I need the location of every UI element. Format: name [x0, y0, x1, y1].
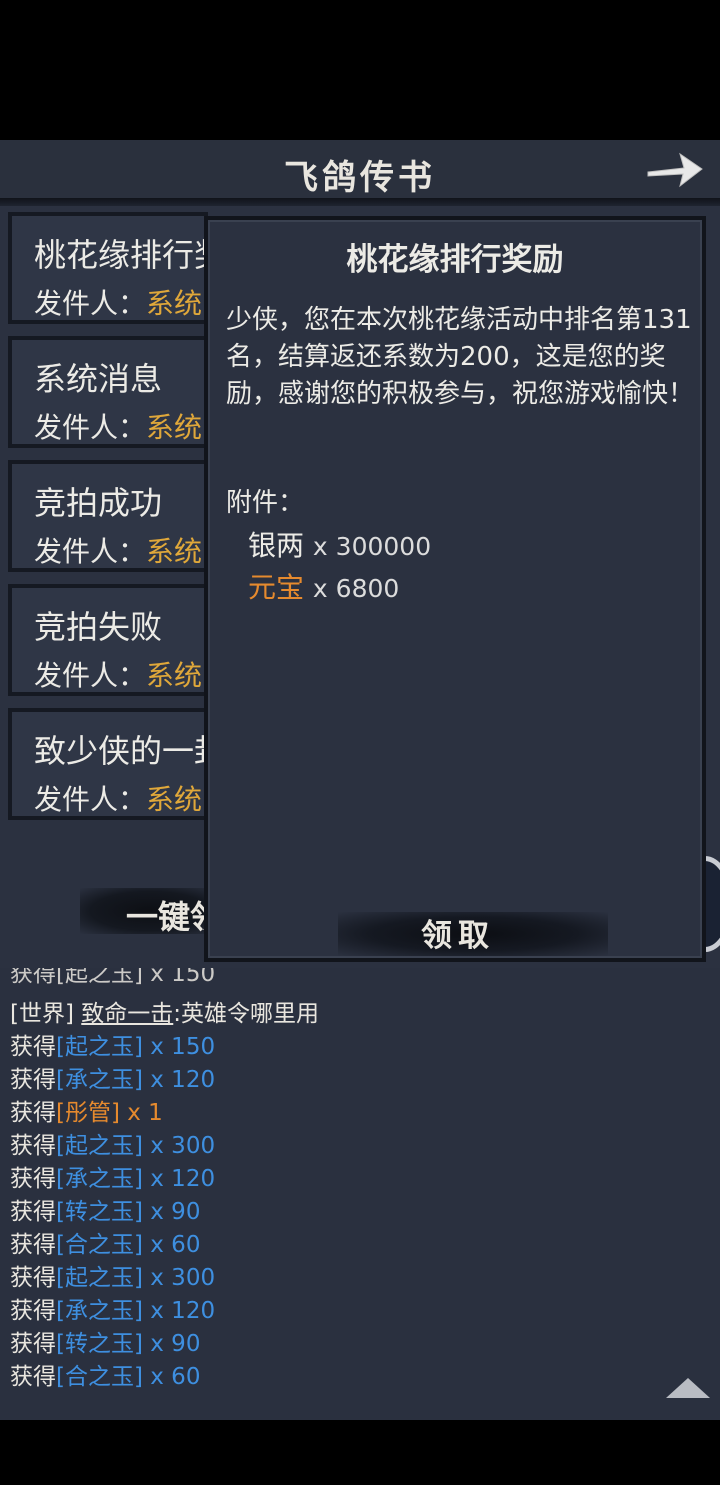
- sender-label: 发件人：: [34, 783, 147, 816]
- chat-item-qty: x 1: [119, 1100, 163, 1126]
- chat-item-link[interactable]: [承之玉]: [56, 1298, 143, 1324]
- dialog-body: 少侠，您在本次桃花缘活动中排名第131名，结算返还系数为200，这是您的奖励，感…: [226, 305, 695, 409]
- chat-prefix: 获得: [10, 1364, 56, 1390]
- chat-line: 获得[承之玉] x 120: [10, 1291, 215, 1325]
- scroll-up-icon[interactable]: [666, 1378, 710, 1398]
- chat-item-qty: x 90: [142, 1199, 201, 1225]
- world-tag: [世界]: [10, 1001, 74, 1027]
- title-bar: 飞鸽传书: [0, 140, 720, 206]
- chat-item-link[interactable]: [彤管]: [56, 1100, 120, 1126]
- sender-label: 发件人：: [34, 287, 147, 320]
- chat-prefix: 获得: [10, 1166, 56, 1192]
- attachment-item: 银两 x 300000: [248, 524, 431, 564]
- attachment-qty: x 300000: [312, 532, 432, 561]
- chat-item-qty: x 120: [142, 1298, 216, 1324]
- chat-prefix: 获得: [10, 1232, 56, 1258]
- game-screen: 飞鸽传书 桃花缘排行奖励 发件人：系统 系统消息 发件人：系统 竞拍成功 发件人…: [0, 140, 720, 1420]
- chat-line: 获得[合之玉] x 60: [10, 1225, 200, 1259]
- chat-item-link[interactable]: [转之玉]: [56, 1199, 143, 1225]
- attachment-name: 元宝: [248, 571, 305, 604]
- mail-item[interactable]: 桃花缘排行奖励 发件人：系统: [8, 212, 208, 324]
- chat-prefix: 获得: [10, 1298, 56, 1324]
- chat-prefix: 获得: [10, 1067, 56, 1093]
- mail-subject: 竞拍失败: [34, 608, 163, 646]
- claim-button[interactable]: 领取: [388, 914, 528, 958]
- chat-log[interactable]: 获得[起之玉] x 150 [世界] 致命一击:英雄令哪里用 获得[起之玉] x…: [0, 968, 720, 1420]
- mail-subject: 桃花缘排行奖励: [34, 236, 204, 274]
- chat-item-qty: x 60: [142, 1364, 201, 1390]
- attachment-label: 附件：: [226, 488, 305, 518]
- attachment-qty: x 6800: [312, 574, 400, 603]
- chat-prefix: 获得: [10, 1133, 56, 1159]
- chat-line: 获得[起之玉] x 300: [10, 1258, 215, 1292]
- chat-line-world: [世界] 致命一击:英雄令哪里用: [10, 994, 319, 1028]
- chat-item-qty: x 120: [142, 1166, 216, 1192]
- chat-prefix: 获得: [10, 1199, 56, 1225]
- chat-item-link[interactable]: [合之玉]: [56, 1232, 143, 1258]
- mail-subject: 致少侠的一封信: [34, 732, 204, 770]
- mail-sender: 发件人：系统: [34, 778, 204, 818]
- mail-detail-dialog: 桃花缘排行奖励 少侠，您在本次桃花缘活动中排名第131名，结算返还系数为200，…: [204, 216, 706, 962]
- attachment-name: 银两: [248, 529, 305, 562]
- chat-item-qty: x 60: [142, 1232, 201, 1258]
- chat-text: 获得[起之玉] x 150: [10, 968, 216, 987]
- onekey-claim-button[interactable]: 一键领取: [126, 892, 206, 938]
- chat-message: :英雄令哪里用: [173, 1001, 320, 1027]
- chat-line: 获得[承之玉] x 120: [10, 1159, 215, 1193]
- mail-sender: 发件人：系统: [34, 282, 204, 322]
- chat-item-qty: x 300: [142, 1133, 216, 1159]
- dialog-title: 桃花缘排行奖励: [346, 242, 564, 278]
- sender-name: 系统: [146, 659, 203, 692]
- chat-line: 获得[起之玉] x 300: [10, 1126, 215, 1160]
- sender-name: 系统: [146, 287, 203, 320]
- mail-list: 桃花缘排行奖励 发件人：系统 系统消息 发件人：系统 竞拍成功 发件人：系统 竞…: [8, 212, 208, 832]
- chat-user[interactable]: 致命一击: [81, 1001, 173, 1027]
- mail-subject: 竞拍成功: [34, 484, 163, 522]
- chat-line: 获得[转之玉] x 90: [10, 1192, 200, 1226]
- chat-item-link[interactable]: [合之玉]: [56, 1364, 143, 1390]
- mail-item[interactable]: 系统消息 发件人：系统: [8, 336, 208, 448]
- chat-line: 获得[转之玉] x 90: [10, 1324, 200, 1358]
- sender-name: 系统: [146, 411, 203, 444]
- chat-item-qty: x 120: [142, 1067, 216, 1093]
- chat-line-partial: 获得[起之玉] x 150: [10, 968, 215, 988]
- mail-sender: 发件人：系统: [34, 406, 204, 446]
- mail-sender: 发件人：系统: [34, 530, 204, 570]
- chat-item-qty: x 300: [142, 1265, 216, 1291]
- sender-name: 系统: [146, 783, 203, 816]
- sender-label: 发件人：: [34, 411, 147, 444]
- chat-prefix: 获得: [10, 1100, 56, 1126]
- chat-line: 获得[合之玉] x 60: [10, 1357, 200, 1391]
- back-arrow-icon[interactable]: [644, 146, 706, 192]
- chat-line: 获得[彤管] x 1: [10, 1093, 163, 1127]
- sender-label: 发件人：: [34, 535, 147, 568]
- chat-item-qty: x 90: [142, 1331, 201, 1357]
- chat-item-link[interactable]: [起之玉]: [56, 1133, 143, 1159]
- chat-prefix: 获得: [10, 1265, 56, 1291]
- title-divider: [0, 198, 720, 206]
- chat-item-link[interactable]: [转之玉]: [56, 1331, 143, 1357]
- chat-item-link[interactable]: [起之玉]: [56, 1265, 143, 1291]
- mail-item[interactable]: 致少侠的一封信 发件人：系统: [8, 708, 208, 820]
- mail-item[interactable]: 竞拍成功 发件人：系统: [8, 460, 208, 572]
- chat-item-link[interactable]: [起之玉]: [56, 1034, 143, 1060]
- chat-prefix: 获得: [10, 1034, 56, 1060]
- chat-item-qty: x 150: [142, 1034, 216, 1060]
- mail-subject: 系统消息: [34, 360, 163, 398]
- mail-item[interactable]: 竞拍失败 发件人：系统: [8, 584, 208, 696]
- chat-line: 获得[起之玉] x 150: [10, 1027, 215, 1061]
- mail-sender: 发件人：系统: [34, 654, 204, 694]
- chat-item-link[interactable]: [承之玉]: [56, 1166, 143, 1192]
- page-title: 飞鸽传书: [284, 158, 436, 198]
- chat-line: 获得[承之玉] x 120: [10, 1060, 215, 1094]
- attachment-item: 元宝 x 6800: [248, 566, 399, 606]
- sender-label: 发件人：: [34, 659, 147, 692]
- chat-prefix: 获得: [10, 1331, 56, 1357]
- chat-item-link[interactable]: [承之玉]: [56, 1067, 143, 1093]
- sender-name: 系统: [146, 535, 203, 568]
